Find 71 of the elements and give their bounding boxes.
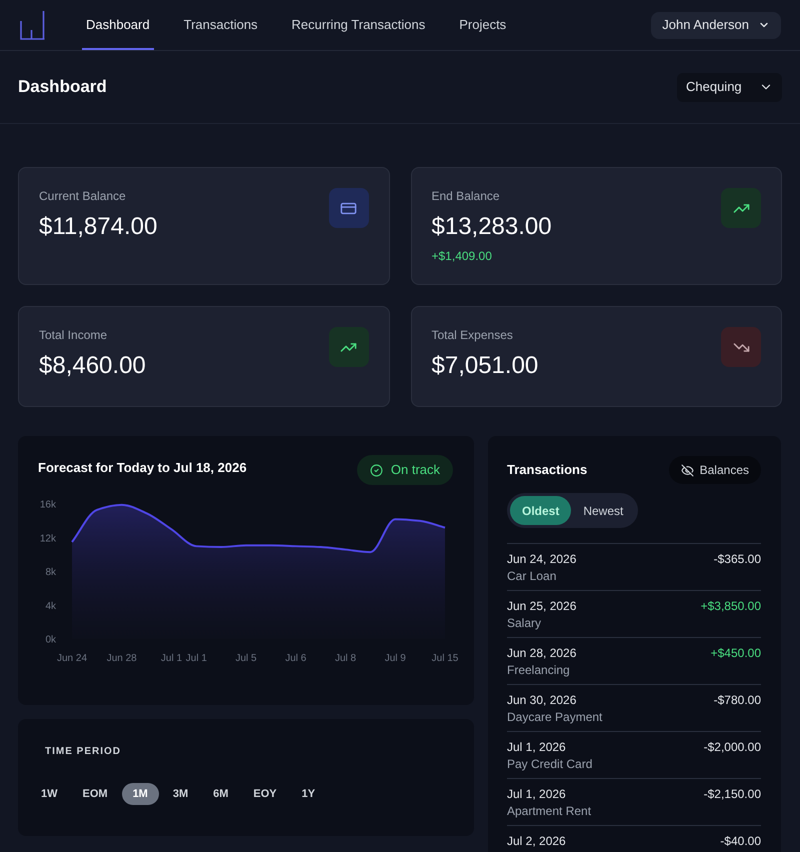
eye-off-icon xyxy=(680,464,694,476)
x-axis-label: Jun 28 xyxy=(106,653,137,664)
sort-option[interactable]: Oldest xyxy=(510,496,572,525)
section-label: TIME PERIOD xyxy=(45,746,122,758)
trend-up-icon xyxy=(328,327,368,367)
user-menu-button[interactable]: John Anderson xyxy=(651,12,781,38)
nav-tab[interactable]: Projects xyxy=(455,0,510,50)
y-axis-label: 8k xyxy=(45,567,56,578)
transaction-amount: -$40.00 xyxy=(720,833,761,849)
card-value: $8,460.00 xyxy=(39,351,146,381)
period-option[interactable]: EOY xyxy=(242,783,288,805)
nav-tab[interactable]: Recurring Transactions xyxy=(288,0,430,50)
transaction-amount: -$2,150.00 xyxy=(704,786,761,802)
nav-tab[interactable]: Transactions xyxy=(180,0,262,50)
status-badge: On track xyxy=(356,455,453,485)
y-axis-label: 16k xyxy=(40,500,56,510)
transaction-amount: +$450.00 xyxy=(710,645,761,661)
x-axis-label: Jul 6 xyxy=(285,653,306,664)
period-option[interactable]: 3M xyxy=(162,783,200,805)
card-value: $13,283.00 xyxy=(432,212,552,242)
bar-chart-logo-icon xyxy=(20,10,45,40)
trend-down-icon xyxy=(721,327,761,367)
y-axis-label: 0k xyxy=(45,634,56,646)
card-label: Total Income xyxy=(39,327,108,343)
transaction-amount: -$780.00 xyxy=(714,692,761,708)
nav-tab[interactable]: Dashboard xyxy=(82,0,154,50)
x-axis-label: Jul 8 xyxy=(334,653,356,664)
change-amount: +$1,409.00 xyxy=(432,248,493,264)
sort-option[interactable]: Newest xyxy=(571,496,636,525)
period-option[interactable]: EOM xyxy=(72,783,119,805)
transaction-description: Salary xyxy=(507,615,542,631)
credit-card-icon xyxy=(328,188,368,228)
card-value: $11,874.00 xyxy=(39,212,158,242)
transaction-description: Car Loan xyxy=(507,568,558,584)
period-option[interactable]: 1W xyxy=(30,783,68,805)
transaction-description: Apartment Rent xyxy=(507,803,592,819)
account-select[interactable]: Chequing xyxy=(677,72,782,102)
card-label: Total Expenses xyxy=(432,327,514,343)
transaction-date: Jul 2, 2026 xyxy=(507,833,566,849)
transaction-amount: -$365.00 xyxy=(714,551,761,567)
transaction-amount: -$2,000.00 xyxy=(704,739,761,755)
panel-title: Transactions xyxy=(507,461,588,480)
check-circle-icon xyxy=(370,464,383,476)
trend-up-icon xyxy=(721,188,761,228)
transaction-date: Jun 30, 2026 xyxy=(507,692,578,708)
transaction-date: Jun 28, 2026 xyxy=(507,645,576,661)
y-axis-label: 12k xyxy=(40,533,56,544)
transaction-date: Jun 24, 2026 xyxy=(507,551,576,567)
x-axis-label: Jul 1 xyxy=(160,653,182,664)
card-label: Current Balance xyxy=(39,188,127,204)
balances-toggle[interactable]: Balances xyxy=(668,456,761,484)
card-value: $7,051.00 xyxy=(432,351,538,381)
x-axis-label: Jul 9 xyxy=(384,653,406,664)
x-axis-label: Jul 15 xyxy=(432,653,458,664)
transaction-description: Freelancing xyxy=(507,662,571,678)
y-axis-label: 4k xyxy=(45,600,56,612)
period-option[interactable]: 6M xyxy=(202,783,240,805)
card-label: End Balance xyxy=(432,188,501,204)
transaction-description: Pay Credit Card xyxy=(507,756,592,772)
period-option[interactable]: 1M xyxy=(122,783,159,805)
transaction-date: Jul 1, 2026 xyxy=(507,786,567,802)
chart-title: Forecast for Today to Jul 18, 2026 xyxy=(38,459,247,477)
transaction-amount: +$3,850.00 xyxy=(700,598,761,614)
x-axis-label: Jun 24 xyxy=(56,653,88,664)
period-option[interactable]: 1Y xyxy=(290,783,326,805)
transaction-date: Jun 25, 2026 xyxy=(507,598,576,614)
x-axis-label: Jul 5 xyxy=(236,653,257,664)
x-axis-label: Jul 1 xyxy=(186,653,207,664)
transaction-date: Jul 1, 2026 xyxy=(507,739,567,755)
transaction-description: Daycare Payment xyxy=(507,709,602,725)
page-title: Dashboard xyxy=(18,76,107,98)
